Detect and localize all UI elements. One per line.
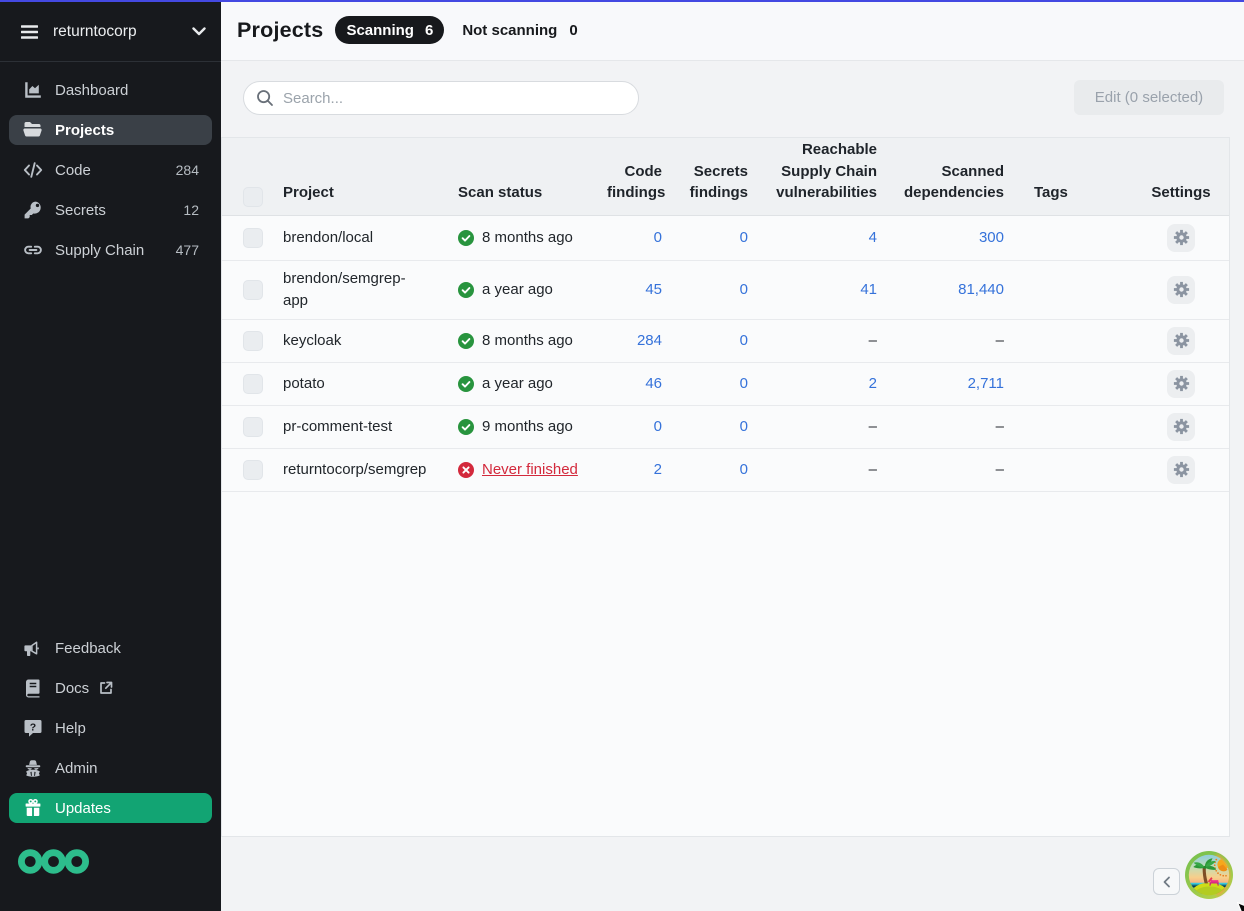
svg-text:?: ? [30, 721, 36, 733]
